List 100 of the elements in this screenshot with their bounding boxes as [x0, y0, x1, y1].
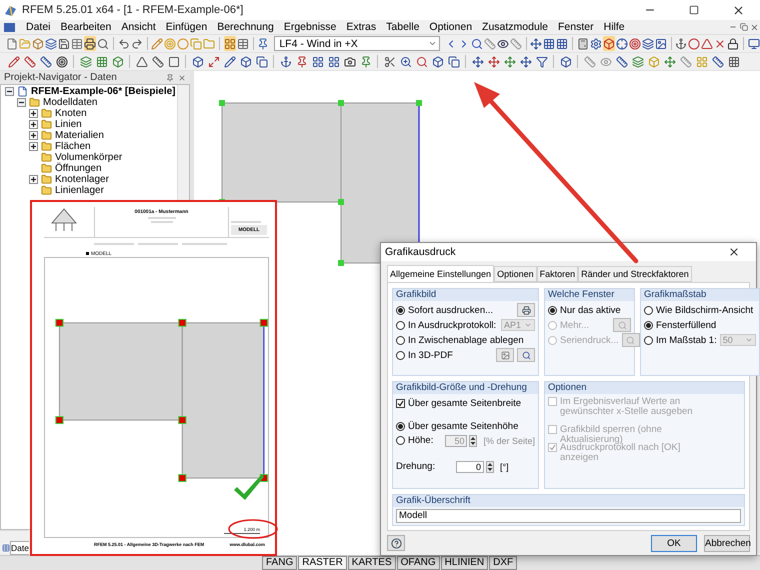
help-button[interactable]: [387, 535, 405, 551]
menu-item[interactable]: Extras: [341, 21, 382, 33]
spin-buttons[interactable]: [486, 460, 494, 473]
radio-label[interactable]: Über gesamte Seitenhöhe: [408, 421, 518, 432]
radio-button[interactable]: [644, 336, 653, 344]
menu-item[interactable]: Bearbeiten: [56, 21, 116, 33]
tab[interactable]: Allgemeine Einstellungen: [387, 265, 494, 282]
circle-icon[interactable]: [688, 36, 700, 51]
move-icon[interactable]: [470, 54, 485, 69]
menu-item[interactable]: Ergebnisse: [278, 21, 342, 33]
checkbox-label[interactable]: Über gesamte Seitenbreite: [408, 398, 522, 410]
vertical-scrollbar[interactable]: [177, 85, 189, 201]
image-button[interactable]: [496, 348, 514, 362]
anchor-icon[interactable]: [675, 36, 688, 51]
menu-item[interactable]: Ansicht: [116, 21, 161, 33]
radio-button[interactable]: [644, 306, 653, 314]
pencil-icon[interactable]: [151, 36, 164, 51]
move-icon[interactable]: [502, 54, 517, 69]
search-icon[interactable]: [470, 36, 483, 51]
restore-icon[interactable]: [740, 23, 748, 31]
tree-item[interactable]: RFEM-Example-06* [Beispiele]: [31, 86, 176, 97]
tree-item[interactable]: Materialien: [55, 130, 104, 141]
radio-label[interactable]: Fensterfüllend: [656, 320, 756, 330]
grid-icon[interactable]: [94, 54, 109, 69]
radio-button[interactable]: [644, 320, 653, 330]
move-icon[interactable]: [518, 54, 533, 69]
copy-icon[interactable]: [254, 54, 269, 69]
radio-button[interactable]: [396, 422, 405, 432]
copy-icon[interactable]: [446, 54, 461, 69]
grid-icon[interactable]: [310, 54, 325, 69]
lock-icon[interactable]: [727, 36, 740, 51]
expand-toggle[interactable]: [29, 109, 38, 118]
box-icon[interactable]: [238, 54, 253, 69]
status-toggle[interactable]: HLINIEN: [440, 556, 488, 570]
radio-label[interactable]: In 3D-PDF: [408, 350, 493, 360]
cancel-button[interactable]: Abbrechen: [704, 534, 750, 552]
radio-label[interactable]: In Zwischenablage ablegen: [408, 334, 535, 346]
maximize-icon[interactable]: [689, 5, 699, 15]
pin-icon[interactable]: [257, 36, 270, 51]
expand-toggle[interactable]: [17, 98, 26, 107]
layers-icon[interactable]: [642, 36, 654, 51]
checkbox[interactable]: [396, 399, 405, 408]
triangle-icon[interactable]: [134, 54, 149, 69]
settings-icon[interactable]: [590, 36, 602, 51]
menu-item[interactable]: Optionen: [424, 21, 478, 33]
menu-item[interactable]: Berechnung: [212, 21, 279, 33]
menu-item[interactable]: Einfügen: [160, 21, 212, 33]
layers-icon[interactable]: [45, 36, 57, 51]
table-icon[interactable]: [236, 36, 249, 51]
status-toggle[interactable]: FANG: [262, 556, 298, 570]
tree-item[interactable]: Flächen: [55, 141, 91, 152]
move-icon[interactable]: [530, 36, 542, 51]
radio-button[interactable]: [396, 306, 405, 314]
menu-item[interactable]: Hilfe: [598, 21, 630, 33]
tree-item[interactable]: Linien: [55, 119, 82, 130]
number-field[interactable]: 0: [456, 460, 484, 473]
menu-item[interactable]: Fenster: [553, 21, 599, 33]
expand-toggle[interactable]: [29, 142, 38, 151]
box-icon[interactable]: [190, 54, 205, 69]
tree-item[interactable]: Öffnungen: [55, 163, 102, 174]
monitor-icon[interactable]: [748, 36, 760, 51]
caption-input[interactable]: Modell: [396, 509, 741, 523]
pencil-icon[interactable]: [222, 54, 237, 69]
tab[interactable]: Ränder und Streckfaktoren: [578, 266, 692, 282]
ok-button[interactable]: OK: [651, 534, 697, 552]
radio-label[interactable]: Im Maßstab 1:: [656, 334, 717, 346]
radio-button[interactable]: [548, 306, 557, 314]
search-icon[interactable]: [414, 54, 429, 69]
spin-buttons[interactable]: [469, 434, 478, 447]
tab[interactable]: Faktoren: [536, 266, 578, 282]
grid-icon[interactable]: [556, 36, 568, 51]
filter-icon[interactable]: [534, 54, 549, 69]
table-icon[interactable]: [71, 36, 83, 51]
radio-label[interactable]: Nur das aktive: [560, 304, 631, 316]
image-icon[interactable]: [654, 36, 667, 51]
search-button[interactable]: [517, 348, 535, 362]
close-icon[interactable]: [732, 4, 744, 16]
tree-item[interactable]: Volumenkörper: [55, 152, 122, 163]
status-toggle[interactable]: OFANG: [396, 556, 440, 570]
radio-label[interactable]: Wie Bildschirm-Ansicht: [656, 304, 756, 316]
tree-item[interactable]: Linienlager: [55, 185, 104, 196]
document-icon[interactable]: [3, 20, 16, 34]
move-icon[interactable]: [486, 54, 501, 69]
expand-toggle[interactable]: [29, 120, 38, 129]
search-icon[interactable]: [97, 36, 109, 51]
scissors-icon[interactable]: [382, 54, 397, 69]
printer-icon[interactable]: [84, 36, 96, 51]
menu-item[interactable]: Datei: [21, 21, 56, 33]
navigator-tab[interactable]: Date: [10, 541, 29, 555]
tree-item[interactable]: Knotenlager: [55, 174, 109, 185]
grid-icon[interactable]: [224, 36, 236, 51]
radio-button[interactable]: [396, 336, 405, 344]
print-button[interactable]: [517, 303, 535, 317]
triangle-icon[interactable]: [701, 36, 714, 51]
move-icon[interactable]: [662, 54, 677, 69]
radio-label[interactable]: Sofort ausdrucken...: [408, 304, 514, 316]
target-icon[interactable]: [628, 36, 641, 51]
ruler-icon[interactable]: [614, 54, 629, 69]
save-icon[interactable]: [58, 36, 70, 51]
expand-toggle[interactable]: [29, 175, 38, 184]
